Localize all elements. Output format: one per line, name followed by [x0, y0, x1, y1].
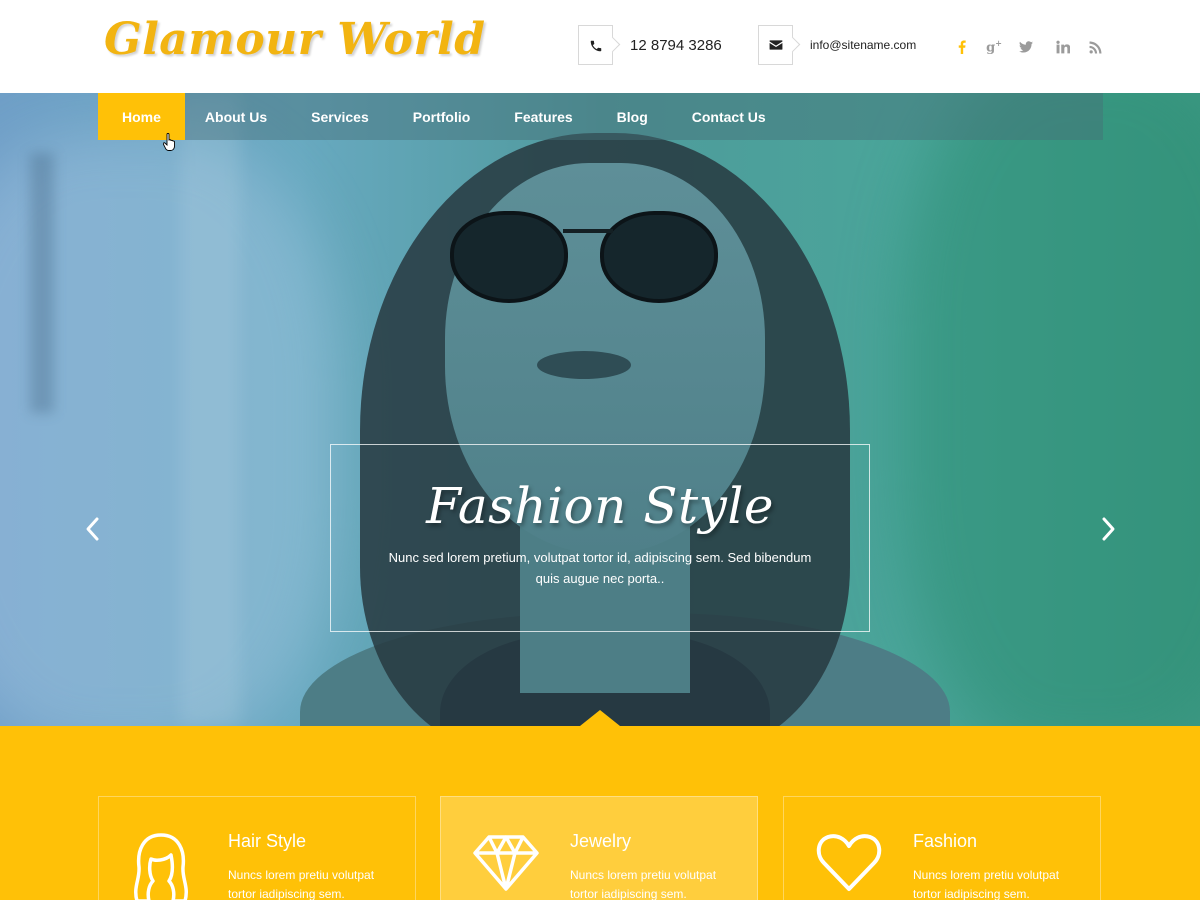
chevron-right-icon[interactable]: [1097, 515, 1119, 543]
nav-item-features[interactable]: Features: [470, 93, 572, 140]
slide-caption: Fashion Style Nunc sed lorem pretium, vo…: [330, 444, 870, 632]
envelope-icon: [758, 25, 793, 65]
nav-item-portfolio[interactable]: Portfolio: [369, 93, 471, 140]
main-nav: Home About Us Services Portfolio Feature…: [98, 93, 1103, 140]
nav-item-blog[interactable]: Blog: [573, 93, 648, 140]
site-logo[interactable]: Glamour World: [104, 14, 486, 65]
hero-background-blur: [900, 93, 1200, 726]
site-header: Glamour World 12 8794 3286 info@sitename…: [0, 0, 1200, 93]
heart-icon: [816, 834, 882, 891]
feature-text: Nuncs lorem pretiu volutpat tortor iadip…: [228, 868, 375, 900]
linkedin-icon[interactable]: [1054, 38, 1072, 56]
feature-text: Nuncs lorem pretiu volutpat tortor iadip…: [913, 868, 1060, 900]
sunglasses-right-lens: [600, 211, 718, 303]
nav-item-about-us[interactable]: About Us: [185, 93, 267, 140]
sunglasses-left-lens: [450, 211, 568, 303]
hero-background-blur: [180, 93, 240, 726]
hero-background-blur: [30, 153, 54, 413]
diamond-icon: [473, 835, 539, 891]
feature-text: Nuncs lorem pretiu volutpat tortor iadip…: [570, 868, 717, 900]
model-lips: [537, 351, 631, 379]
phone-icon: [578, 25, 613, 65]
slide-description: Nunc sed lorem pretium, volutpat tortor …: [388, 550, 812, 586]
sunglasses-bridge: [563, 229, 613, 233]
feature-card-jewelry[interactable]: Jewelry Nuncs lorem pretiu volutpat tort…: [440, 796, 758, 900]
feature-title: Jewelry: [570, 831, 632, 851]
email-address[interactable]: info@sitename.com: [810, 38, 916, 52]
feature-card-fashion[interactable]: Fashion Nuncs lorem pretiu volutpat tort…: [783, 796, 1101, 900]
phone-number[interactable]: 12 8794 3286: [630, 37, 722, 54]
feature-title: Fashion: [913, 831, 978, 851]
nav-item-services[interactable]: Services: [267, 93, 369, 140]
feature-title: Hair Style: [228, 831, 307, 851]
feature-card-hair-style[interactable]: Hair Style Nuncs lorem pretiu volutpat t…: [98, 796, 416, 900]
slide-title: Fashion Style: [426, 477, 774, 535]
google-plus-icon[interactable]: g+: [985, 38, 1003, 56]
nav-item-contact-us[interactable]: Contact Us: [648, 93, 766, 140]
facebook-icon[interactable]: [953, 38, 971, 56]
features-section: Hair Style Nuncs lorem pretiu volutpat t…: [0, 726, 1200, 900]
hair-style-icon: [134, 833, 188, 900]
twitter-icon[interactable]: [1017, 38, 1035, 56]
rss-icon[interactable]: [1086, 38, 1104, 56]
section-notch: [580, 710, 620, 726]
hand-cursor-icon: [163, 133, 175, 151]
hero-slider: Home About Us Services Portfolio Feature…: [0, 93, 1200, 726]
chevron-left-icon[interactable]: [82, 515, 104, 543]
